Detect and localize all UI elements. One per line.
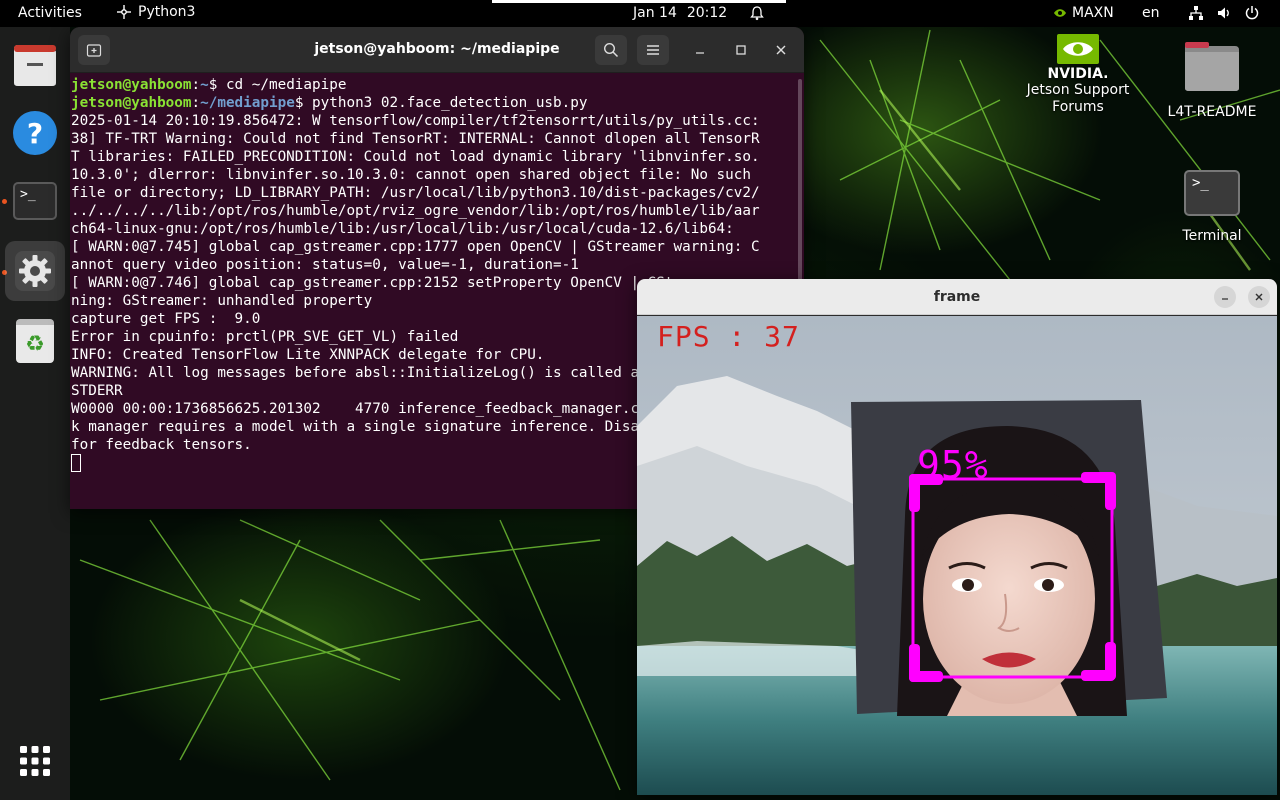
minimize-button[interactable]: [684, 35, 716, 65]
terminal-log-line: 2025-01-14 20:10:19.856472: W tensorflow…: [71, 113, 760, 129]
prompt-user: jetson@yahboom: [71, 95, 192, 111]
terminal-log-line: [ WARN:0@7.745] global cap_gstreamer.cpp…: [71, 239, 760, 255]
top-bar-highlight: [492, 0, 786, 3]
bell-icon: [750, 6, 765, 21]
folder-icon: [1185, 42, 1239, 91]
frame-minimize-button[interactable]: [1214, 286, 1236, 308]
power-icon: [1245, 6, 1259, 20]
camera-image: [637, 316, 1277, 795]
terminal-icon: >_: [1184, 170, 1240, 216]
minimize-icon: [1222, 298, 1228, 300]
folder-icon: [14, 45, 56, 86]
terminal-log-line: ch64-linux-gnu:/opt/ros/humble/lib:/usr/…: [71, 221, 734, 237]
network-icon: [1189, 6, 1203, 20]
prompt-path: ~: [200, 77, 209, 93]
top-bar: Activities Python3 Jan 14 20:12 MAXN en: [0, 0, 1280, 27]
desktop-icon-label: Jetson Support: [1026, 82, 1130, 98]
close-icon: [1255, 293, 1263, 301]
frame-titlebar[interactable]: frame: [637, 279, 1277, 315]
nvidia-brand-text: NVIDIA.: [1047, 66, 1109, 82]
app-menu-label: Python3: [138, 4, 196, 20]
dock-files[interactable]: [5, 35, 65, 95]
terminal-log-line: file or directory; LD_LIBRARY_PATH: /usr…: [71, 185, 760, 201]
recycle-icon: ♻: [16, 319, 54, 363]
terminal-log-line: 10.3.0'; dlerror: libnvinfer.so.10.3.0: …: [71, 167, 751, 183]
dock-trash[interactable]: ♻: [5, 311, 65, 371]
prompt-command: $ cd ~/mediapipe: [208, 77, 347, 93]
terminal-log-line: ../../../../lib:/opt/ros/humble/opt/rviz…: [71, 203, 760, 219]
terminal-cursor: [71, 454, 81, 472]
desktop-icon-l4t-readme[interactable]: L4T-README: [1152, 40, 1272, 120]
clock[interactable]: Jan 14 20:12: [633, 5, 765, 21]
hamburger-icon: [647, 45, 659, 55]
prompt-user: jetson@yahboom: [71, 77, 192, 93]
dock-help[interactable]: ?: [5, 103, 65, 163]
terminal-log-line: T libraries: FAILED_PRECONDITION: Could …: [71, 149, 760, 165]
close-icon: [776, 45, 786, 55]
dock-terminal[interactable]: >_: [5, 171, 65, 231]
desktop-icon-terminal[interactable]: >_ Terminal: [1152, 170, 1272, 244]
camera-feed: FPS : 37 95%: [637, 316, 1277, 795]
dock: ? >_ ♻: [0, 27, 70, 800]
gear-icon: [15, 251, 55, 291]
confidence-overlay: 95%: [917, 443, 989, 487]
language-indicator[interactable]: en: [1142, 5, 1160, 21]
desktop-icon-label: Terminal: [1182, 228, 1242, 244]
show-apps-button[interactable]: [5, 731, 65, 791]
python-app-icon: [117, 5, 131, 19]
system-menu[interactable]: [1188, 5, 1260, 21]
clock-time: 20:12: [686, 5, 728, 21]
close-button[interactable]: [765, 35, 797, 65]
menu-button[interactable]: [637, 35, 669, 65]
frame-window[interactable]: frame FPS: 37 95%: [637, 279, 1277, 795]
prompt-separator: :: [191, 95, 201, 111]
frame-title: frame: [933, 289, 981, 305]
power-mode-label: MAXN: [1072, 5, 1114, 21]
power-mode-indicator[interactable]: MAXN: [1053, 5, 1114, 21]
prompt-path: ~/mediapipe: [200, 95, 295, 111]
terminal-log-line: 38] TF-TRT Warning: Could not find Tenso…: [71, 131, 760, 147]
prompt-separator: :: [191, 77, 201, 93]
dock-settings[interactable]: [5, 241, 65, 301]
maximize-icon: [736, 45, 746, 55]
frame-close-button[interactable]: [1248, 286, 1270, 308]
app-menu[interactable]: Python3: [116, 4, 195, 20]
nvidia-icon: [1054, 9, 1066, 17]
fps-overlay: FPS : 37: [657, 320, 800, 353]
desktop-icon-label: L4T-README: [1167, 104, 1257, 120]
help-icon: ?: [13, 111, 57, 155]
maximize-button[interactable]: [725, 35, 757, 65]
desktop-icon-jetson-forums[interactable]: NVIDIA. Jetson Support Forums: [1018, 34, 1138, 116]
activities-button[interactable]: Activities: [18, 5, 82, 21]
clock-date: Jan 14: [633, 5, 677, 21]
desktop-icon-label: Forums: [1052, 99, 1104, 115]
terminal-icon: >_: [13, 182, 57, 220]
prompt-command: $ python3 02.face_detection_usb.py: [294, 95, 588, 111]
nvidia-logo-icon: [1057, 34, 1099, 64]
terminal-titlebar[interactable]: jetson@yahboom: ~/mediapipe: [70, 27, 804, 73]
terminal-prompt-line: jetson@yahboom:~/mediapipe$ python3 02.f…: [71, 94, 801, 112]
volume-icon: [1218, 7, 1229, 19]
search-button[interactable]: [595, 35, 627, 65]
terminal-prompt-line: jetson@yahboom:~$ cd ~/mediapipe: [71, 76, 801, 94]
minimize-icon: [696, 52, 704, 54]
terminal-log-line: annot query video position: status=0, va…: [71, 257, 579, 273]
grid-icon: [20, 746, 50, 776]
search-icon: [603, 42, 619, 58]
